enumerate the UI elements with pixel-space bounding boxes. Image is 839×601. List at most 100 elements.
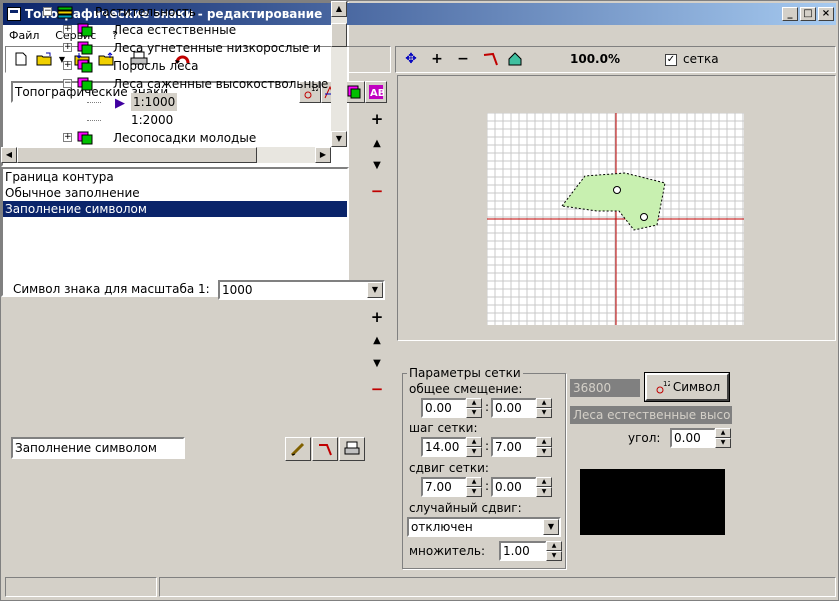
shift-colon: : <box>485 479 490 493</box>
step-label: шаг сетки: <box>409 421 478 435</box>
offset-x-input[interactable]: 0.00 <box>421 398 467 418</box>
symbol-sign-icon: 12 <box>656 380 670 394</box>
random-select[interactable]: отключен ▼ <box>407 517 561 537</box>
shift-y-spinner[interactable]: ▲ ▼ <box>536 477 552 497</box>
tree-vscroll[interactable]: ▲ ▼ <box>331 1 347 147</box>
layer-up-icon[interactable]: ▲ <box>368 332 386 350</box>
tree-item[interactable]: 1:2000 <box>1 111 331 129</box>
multiplier-spinner[interactable]: ▲ ▼ <box>546 541 562 561</box>
tree-item-label: 1:2000 <box>131 113 174 127</box>
tree-item-label: 1:1000 <box>131 93 178 111</box>
zoom-out-icon[interactable]: − <box>452 48 474 70</box>
svg-text:AB: AB <box>370 88 384 99</box>
offset-y-spinner[interactable]: ▲ ▼ <box>536 398 552 418</box>
scroll-right-icon[interactable]: ▶ <box>315 147 331 163</box>
add-icon[interactable]: + <box>368 110 386 128</box>
status-left <box>5 577 157 597</box>
line-tool-icon[interactable] <box>312 437 338 461</box>
scroll-left-icon[interactable]: ◀ <box>1 147 17 163</box>
expand-icon[interactable]: + <box>63 133 72 142</box>
angle-label: угол: <box>628 431 661 445</box>
add-layer-icon[interactable]: + <box>368 308 386 326</box>
offset-x-spinner[interactable]: ▲ ▼ <box>466 398 482 418</box>
area-sign-icon <box>77 41 93 55</box>
text-sign-icon[interactable]: AB <box>365 81 387 103</box>
hscroll-thumb[interactable] <box>17 147 257 163</box>
expand-icon[interactable]: + <box>63 25 72 34</box>
layer-list[interactable]: Граница контура Обычное заполнение Заполне… <box>1 167 349 297</box>
tree-item[interactable]: − Леса саженные высокоствольные <box>1 75 331 93</box>
tree-item[interactable]: + Поросль леса <box>1 57 331 75</box>
pan-icon[interactable]: ✥ <box>400 48 422 70</box>
scroll-thumb[interactable] <box>331 23 347 47</box>
step-y-spinner[interactable]: ▲ ▼ <box>536 437 552 457</box>
tree-connector <box>87 120 101 121</box>
tree-item-label: Леса саженные высокоствольные <box>113 77 329 91</box>
tree-item[interactable]: ▶ 1:1000 <box>1 93 331 111</box>
grid-checkbox[interactable]: ✓ <box>665 54 677 66</box>
layer-down-icon[interactable]: ▼ <box>368 355 386 373</box>
layer-item[interactable]: Заполнение символом <box>3 201 347 217</box>
tree-item[interactable]: − Растительность <box>1 3 331 21</box>
pencil-icon[interactable] <box>285 437 311 461</box>
scale-select[interactable]: 1000 ▼ <box>218 280 385 300</box>
step-x-spinner[interactable]: ▲ ▼ <box>466 437 482 457</box>
scroll-up-icon[interactable]: ▲ <box>331 1 347 17</box>
tree-item-label: Леса естественные <box>113 23 237 37</box>
move-up-icon[interactable]: ▲ <box>368 135 386 153</box>
tree-item-label: Поросль леса <box>113 59 199 73</box>
offset-y-input[interactable]: 0.00 <box>491 398 537 418</box>
close-icon[interactable]: × <box>818 7 834 21</box>
maximize-icon[interactable]: □ <box>800 7 816 21</box>
collapse-icon[interactable]: − <box>63 79 72 88</box>
layer-item[interactable]: Граница контура <box>3 169 347 185</box>
home-icon[interactable] <box>504 48 526 70</box>
random-value: отключен <box>411 520 473 534</box>
offset-label: общее смещение: <box>409 382 523 396</box>
vertex-handle[interactable] <box>613 186 621 194</box>
scale-dropdown-icon[interactable]: ▼ <box>367 282 383 298</box>
scale-value: 1000 <box>222 283 253 297</box>
zoom-level: 100.0% <box>570 52 620 66</box>
layer-name-input[interactable]: Заполнение символом <box>11 437 185 459</box>
shift-x-spinner[interactable]: ▲ ▼ <box>466 477 482 497</box>
right-toolbar: ✥ + − 100.0% ✓ сетка <box>395 46 836 73</box>
tree-item[interactable]: + Леса угнетенные низкорослые и <box>1 39 331 57</box>
sign-tree[interactable]: − Растительность + Леса естественные + Леса у… <box>1 1 349 167</box>
symbol-button[interactable]: 12 Символ <box>644 372 730 402</box>
tree-hscroll[interactable]: ◀ ▶ <box>1 147 331 163</box>
symbol-code: 36800 <box>570 379 640 397</box>
vertex-handle[interactable] <box>640 213 648 221</box>
grid-label: сетка <box>683 52 719 66</box>
multiplier-label: множитель: <box>409 544 486 558</box>
minimize-icon[interactable]: _ <box>782 7 798 21</box>
area-sign-icon <box>77 23 93 37</box>
shift-y-input[interactable]: 0.00 <box>491 477 537 497</box>
multiplier-input[interactable]: 1.00 <box>499 541 547 561</box>
shift-x-input[interactable]: 7.00 <box>421 477 467 497</box>
print-layer-icon[interactable] <box>339 437 365 461</box>
angle-spinner[interactable]: ▲ ▼ <box>715 428 731 448</box>
delete-layer-icon[interactable]: − <box>368 380 386 398</box>
zoom-in-icon[interactable]: + <box>426 48 448 70</box>
layer-item[interactable]: Обычное заполнение <box>3 185 347 201</box>
symbol-preview <box>580 469 725 535</box>
delete-icon[interactable]: − <box>368 182 386 200</box>
angle-input[interactable]: 0.00 <box>670 428 716 448</box>
contour-shape[interactable] <box>561 172 666 231</box>
random-dropdown-icon[interactable]: ▼ <box>543 519 559 535</box>
collapse-icon[interactable]: − <box>43 7 52 16</box>
step-x-input[interactable]: 14.00 <box>421 437 467 457</box>
status-right <box>159 577 836 597</box>
tree-item[interactable]: + Леса естественные <box>1 21 331 39</box>
expand-icon[interactable]: + <box>63 61 72 70</box>
scroll-down-icon[interactable]: ▼ <box>331 131 347 147</box>
grid-canvas[interactable] <box>487 113 744 325</box>
move-down-icon[interactable]: ▼ <box>368 157 386 175</box>
step-y-input[interactable]: 7.00 <box>491 437 537 457</box>
tree-item-label: Растительность <box>95 5 196 19</box>
category-icon <box>57 5 73 19</box>
draw-line-icon[interactable] <box>480 48 502 70</box>
expand-icon[interactable]: + <box>63 43 72 52</box>
tree-item[interactable]: + Лесопосадки молодые <box>1 129 331 147</box>
